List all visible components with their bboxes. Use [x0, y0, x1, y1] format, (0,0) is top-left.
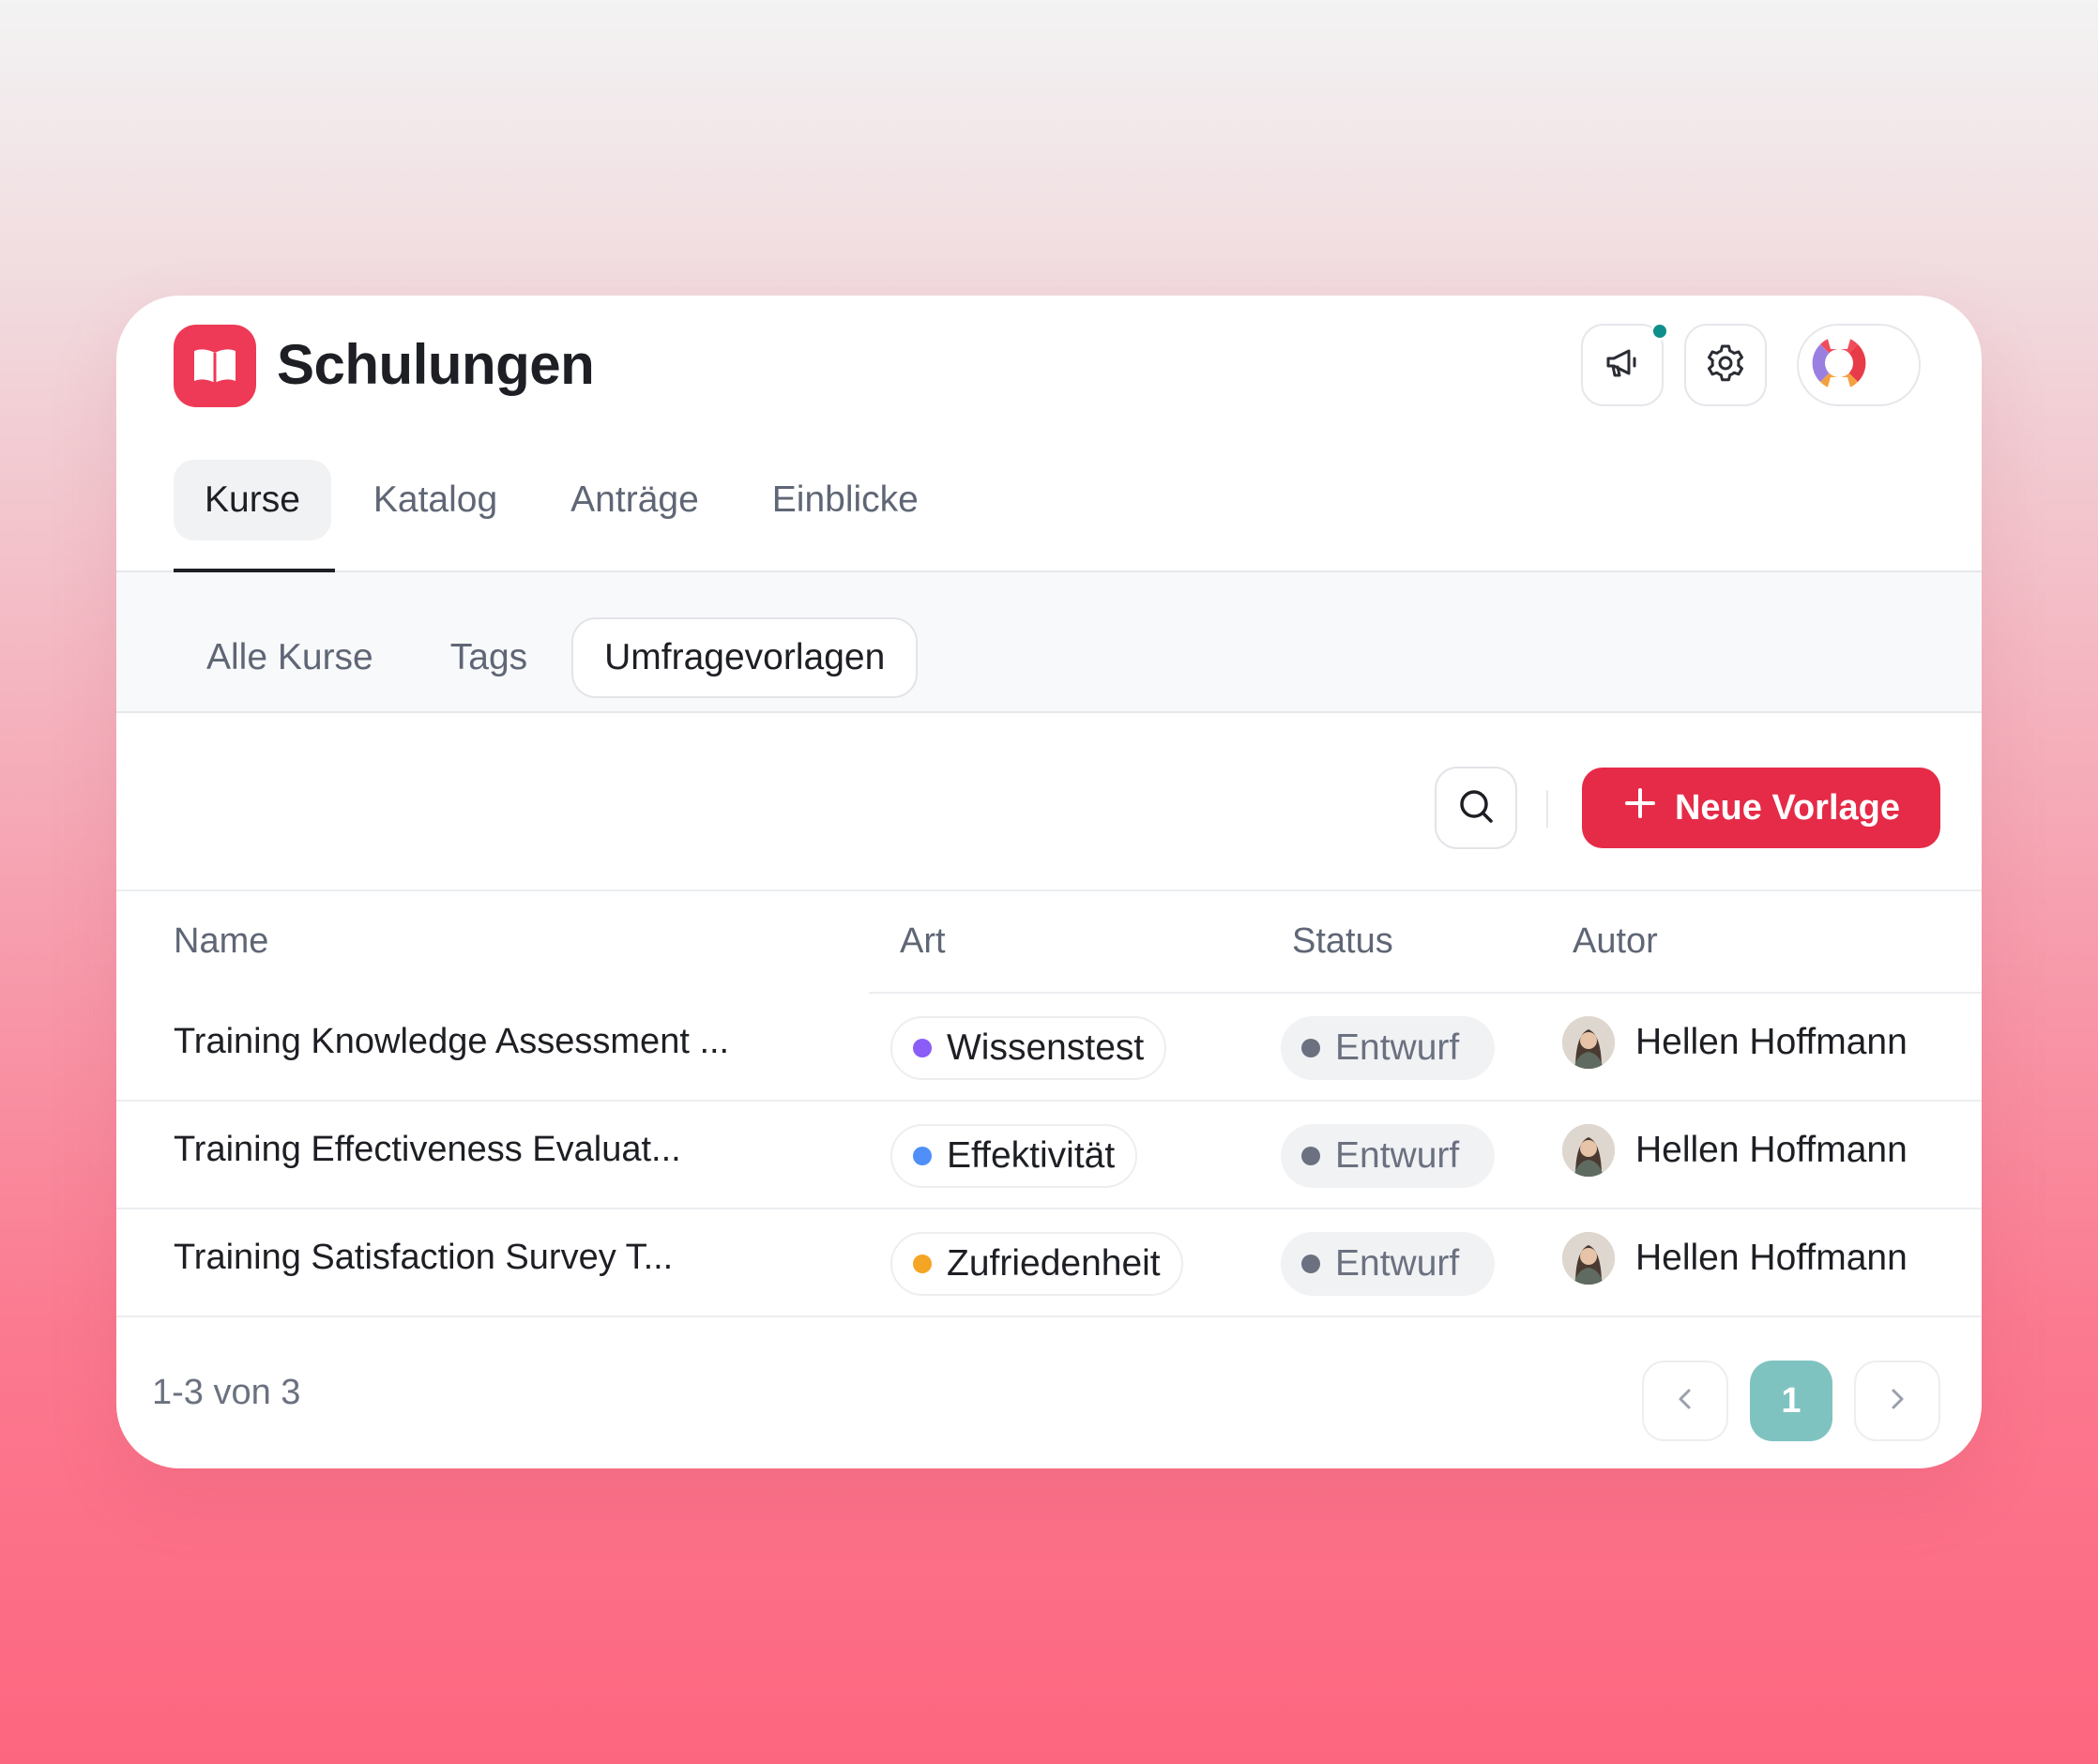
column-status[interactable]: Status: [1292, 921, 1393, 962]
subtab-tags[interactable]: Tags: [418, 617, 560, 698]
author-name: Hellen Hoffmann: [1635, 1130, 1908, 1170]
new-template-label: Neue Vorlage: [1674, 787, 1901, 828]
type-label: Wissenstest: [947, 1027, 1145, 1068]
status-badge: Entwurf: [1281, 1232, 1495, 1296]
author-cell: Hellen Hoffmann: [1562, 1124, 1908, 1177]
template-name[interactable]: Training Effectiveness Evaluat...: [174, 1130, 681, 1170]
status-dot: [1301, 1147, 1320, 1165]
tab-kurse[interactable]: Kurse: [174, 460, 331, 540]
status-dot: [1301, 1039, 1320, 1057]
author-cell: Hellen Hoffmann: [1562, 1232, 1908, 1285]
tab-einblicke[interactable]: Einblicke: [741, 460, 950, 540]
megaphone-icon: [1602, 342, 1643, 388]
avatar: [1562, 1016, 1615, 1069]
lifebuoy-avatar-icon: [1810, 334, 1868, 397]
status-badge: Entwurf: [1281, 1016, 1495, 1080]
gear-icon: [1704, 342, 1747, 389]
chevron-left-icon: [1671, 1385, 1699, 1418]
table-footer: 1-3 von 3 1: [116, 1318, 1982, 1468]
book-open-icon: [174, 325, 256, 407]
author-name: Hellen Hoffmann: [1635, 1022, 1908, 1062]
app-header: Schulungen: [116, 296, 1982, 413]
chevron-right-icon: [1883, 1385, 1911, 1418]
profile-menu[interactable]: [1797, 324, 1921, 406]
result-count: 1-3 von 3: [152, 1373, 301, 1412]
table-row[interactable]: Training Knowledge Assessment ... Wissen…: [116, 994, 1982, 1102]
primary-tabs: Kurse Katalog Anträge Einblicke: [174, 460, 961, 572]
subtab-umfragevorlagen[interactable]: Umfragevorlagen: [571, 617, 919, 698]
template-name[interactable]: Training Satisfaction Survey T...: [174, 1238, 673, 1278]
tab-katalog[interactable]: Katalog: [342, 460, 528, 540]
avatar: [1562, 1232, 1615, 1285]
training-panel: Schulungen Kurse Katalog Anträge Einblic…: [116, 296, 1982, 1468]
settings-button[interactable]: [1684, 324, 1767, 406]
toolbar-divider: [1546, 790, 1548, 828]
type-dot: [913, 1147, 932, 1165]
status-label: Entwurf: [1335, 1135, 1460, 1176]
plus-icon: [1622, 785, 1658, 830]
new-template-button[interactable]: Neue Vorlage: [1582, 768, 1940, 848]
table-header: Name Art Status Autor: [116, 891, 1982, 995]
type-badge: Wissenstest: [890, 1016, 1167, 1080]
search-button[interactable]: [1435, 767, 1517, 849]
search-icon: [1455, 785, 1497, 831]
author-cell: Hellen Hoffmann: [1562, 1016, 1908, 1069]
previous-page-button[interactable]: [1642, 1361, 1728, 1441]
avatar: [1562, 1124, 1615, 1177]
table-toolbar: Neue Vorlage: [116, 713, 1982, 891]
table-row[interactable]: Training Effectiveness Evaluat... Effekt…: [116, 1102, 1982, 1209]
column-autor[interactable]: Autor: [1573, 921, 1658, 962]
column-name[interactable]: Name: [174, 921, 268, 962]
status-badge: Entwurf: [1281, 1124, 1495, 1188]
page-title: Schulungen: [277, 333, 595, 396]
status-label: Entwurf: [1335, 1243, 1460, 1284]
type-dot: [913, 1039, 932, 1057]
page-1-button[interactable]: 1: [1750, 1361, 1832, 1441]
subtab-bar: Alle Kurse Tags Umfragevorlagen: [116, 572, 1982, 713]
tab-antraege[interactable]: Anträge: [540, 460, 730, 540]
next-page-button[interactable]: [1854, 1361, 1940, 1441]
type-label: Effektivität: [947, 1135, 1116, 1176]
notification-dot: [1650, 322, 1669, 341]
status-label: Entwurf: [1335, 1027, 1460, 1068]
announcements-button[interactable]: [1581, 322, 1669, 406]
template-name[interactable]: Training Knowledge Assessment ...: [174, 1022, 729, 1062]
table-row[interactable]: Training Satisfaction Survey T... Zufrie…: [116, 1209, 1982, 1317]
column-art[interactable]: Art: [900, 921, 946, 962]
type-badge: Effektivität: [890, 1124, 1138, 1188]
type-dot: [913, 1255, 932, 1273]
type-label: Zufriedenheit: [947, 1243, 1161, 1284]
status-dot: [1301, 1255, 1320, 1273]
type-badge: Zufriedenheit: [890, 1232, 1183, 1296]
author-name: Hellen Hoffmann: [1635, 1238, 1908, 1278]
subtab-alle-kurse[interactable]: Alle Kurse: [174, 617, 406, 698]
